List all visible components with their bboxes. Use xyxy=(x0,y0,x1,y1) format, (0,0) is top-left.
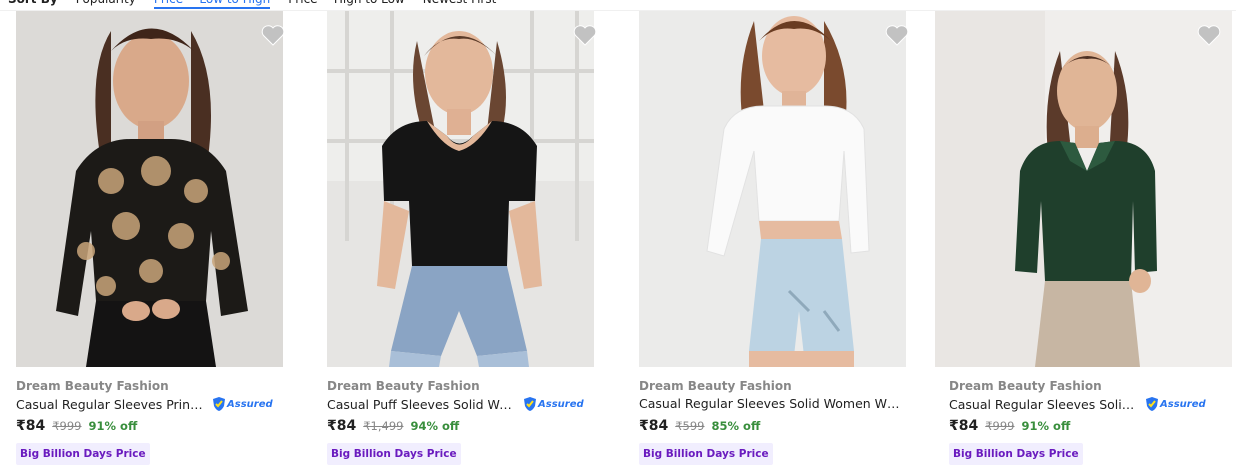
original-price: ₹999 xyxy=(985,419,1015,433)
big-billion-days-badge: Big Billion Days Price xyxy=(327,443,461,465)
product-title-text[interactable]: Casual Puff Sleeves Solid Women Black To… xyxy=(327,397,517,412)
wishlist-heart-icon[interactable] xyxy=(572,23,598,47)
price-row: ₹84 ₹999 91% off xyxy=(949,418,1070,434)
discount: 91% off xyxy=(88,419,138,433)
assured-badge: Assured xyxy=(212,396,273,412)
sort-option-price-low-high[interactable]: Price -- Low to High xyxy=(153,0,271,9)
product-brand: Dream Beauty Fashion xyxy=(949,379,1102,393)
sort-bar: Sort By Popularity Price -- Low to High … xyxy=(0,0,1236,11)
product-title[interactable]: Casual Puff Sleeves Solid Women Black To… xyxy=(327,396,584,412)
product-title[interactable]: Casual Regular Sleeves Printed Women Bla… xyxy=(16,396,273,412)
price: ₹84 xyxy=(16,418,46,434)
sort-option-price-high-low[interactable]: Price -- High to Low xyxy=(288,0,404,9)
wishlist-heart-icon[interactable] xyxy=(1196,23,1222,47)
original-price: ₹999 xyxy=(52,419,82,433)
assured-shield-icon xyxy=(524,397,536,411)
price-row: ₹84 ₹999 91% off xyxy=(16,418,137,434)
product-image[interactable] xyxy=(639,11,906,367)
price: ₹84 xyxy=(639,418,669,434)
big-billion-days-badge: Big Billion Days Price xyxy=(639,443,773,465)
discount: 91% off xyxy=(1021,419,1071,433)
product-title[interactable]: Casual Regular Sleeves Solid Women White… xyxy=(639,396,907,411)
product-brand: Dream Beauty Fashion xyxy=(327,379,480,393)
price-row: ₹84 ₹599 85% off xyxy=(639,418,760,434)
product-brand: Dream Beauty Fashion xyxy=(639,379,792,393)
sort-label: Sort By xyxy=(8,0,58,9)
assured-label: Assured xyxy=(538,398,584,410)
model-black-puff-top-image xyxy=(327,11,594,367)
price: ₹84 xyxy=(949,418,979,434)
assured-shield-icon xyxy=(213,397,225,411)
discount: 94% off xyxy=(410,419,460,433)
model-white-crop-top-image xyxy=(639,11,906,367)
product-brand: Dream Beauty Fashion xyxy=(16,379,169,393)
big-billion-days-badge: Big Billion Days Price xyxy=(949,443,1083,465)
price-row: ₹84 ₹1,499 94% off xyxy=(327,418,459,434)
assured-label: Assured xyxy=(227,398,273,410)
product-title[interactable]: Casual Regular Sleeves Solid Women Green… xyxy=(949,396,1206,412)
original-price: ₹1,499 xyxy=(363,419,404,433)
product-title-text[interactable]: Casual Regular Sleeves Solid Women Green… xyxy=(949,397,1139,412)
product-title-text[interactable]: Casual Regular Sleeves Solid Women White… xyxy=(639,396,907,411)
product-image[interactable] xyxy=(327,11,594,367)
price: ₹84 xyxy=(327,418,357,434)
model-floral-top-image xyxy=(16,11,283,367)
original-price: ₹599 xyxy=(675,419,705,433)
sort-option-newest[interactable]: Newest First xyxy=(423,0,497,9)
assured-badge: Assured xyxy=(1145,396,1206,412)
wishlist-heart-icon[interactable] xyxy=(884,23,910,47)
big-billion-days-badge: Big Billion Days Price xyxy=(16,443,150,465)
model-green-collar-top-image xyxy=(935,11,1232,367)
product-title-text[interactable]: Casual Regular Sleeves Printed Women Bla… xyxy=(16,397,206,412)
assured-label: Assured xyxy=(1160,398,1206,410)
product-image[interactable] xyxy=(935,11,1232,367)
assured-shield-icon xyxy=(1146,397,1158,411)
assured-badge: Assured xyxy=(523,396,584,412)
sort-option-popularity[interactable]: Popularity xyxy=(76,0,136,9)
wishlist-heart-icon[interactable] xyxy=(260,23,286,47)
product-image[interactable] xyxy=(16,11,283,367)
discount: 85% off xyxy=(711,419,761,433)
